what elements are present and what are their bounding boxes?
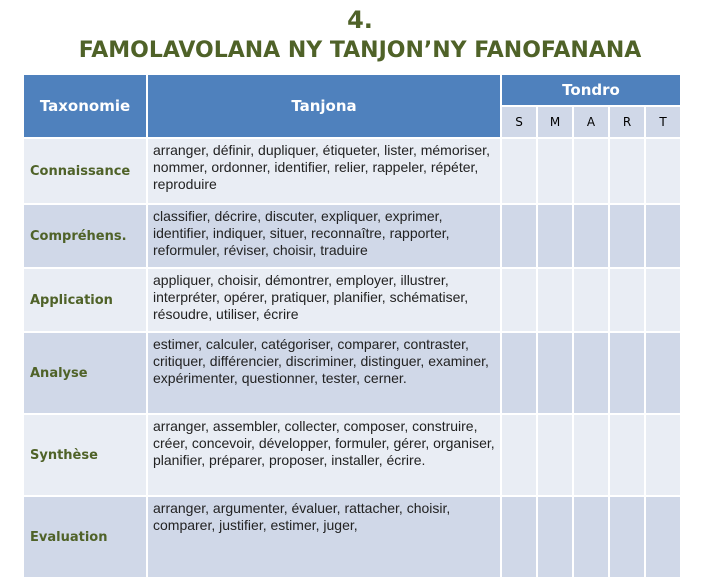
smart-cell-s[interactable] — [502, 415, 536, 495]
taxonomy-label: Synthèse — [24, 415, 146, 495]
taxonomy-label: Compréhens. — [24, 205, 146, 267]
smart-cell-r[interactable] — [610, 269, 644, 331]
smart-cell-r[interactable] — [610, 415, 644, 495]
objective-verbs: arranger, définir, dupliquer, étiqueter,… — [148, 139, 500, 203]
table-row: Application appliquer, choisir, démontre… — [24, 269, 680, 331]
smart-cell-s[interactable] — [502, 269, 536, 331]
smart-cell-m[interactable] — [538, 333, 572, 413]
taxonomy-label: Connaissance — [24, 139, 146, 203]
smart-cell-r[interactable] — [610, 139, 644, 203]
smart-cell-m[interactable] — [538, 205, 572, 267]
table-row: Connaissance arranger, définir, duplique… — [24, 139, 680, 203]
header-smart-r: R — [610, 107, 644, 137]
smart-cell-t[interactable] — [646, 497, 680, 577]
header-taxonomie: Taxonomie — [24, 75, 146, 137]
smart-cell-a[interactable] — [574, 139, 608, 203]
smart-cell-a[interactable] — [574, 415, 608, 495]
smart-cell-m[interactable] — [538, 269, 572, 331]
header-tanjona: Tanjona — [148, 75, 500, 137]
header-smart-a: A — [574, 107, 608, 137]
smart-cell-a[interactable] — [574, 269, 608, 331]
smart-cell-t[interactable] — [646, 139, 680, 203]
header-tondro: Tondro — [502, 75, 680, 105]
smart-cell-a[interactable] — [574, 333, 608, 413]
smart-cell-r[interactable] — [610, 333, 644, 413]
smart-cell-a[interactable] — [574, 497, 608, 577]
table-row: Compréhens. classifier, décrire, discute… — [24, 205, 680, 267]
header-smart-m: M — [538, 107, 572, 137]
smart-cell-s[interactable] — [502, 205, 536, 267]
objective-verbs: estimer, calculer, catégoriser, comparer… — [148, 333, 500, 413]
objective-verbs: arranger, assembler, collecter, composer… — [148, 415, 500, 495]
smart-cell-r[interactable] — [610, 205, 644, 267]
header-smart-t: T — [646, 107, 680, 137]
taxonomy-label: Evaluation — [24, 497, 146, 577]
table-row: Evaluation arranger, argumenter, évaluer… — [24, 497, 680, 577]
smart-cell-s[interactable] — [502, 333, 536, 413]
objective-verbs: arranger, argumenter, évaluer, rattacher… — [148, 497, 500, 577]
slide-number: 4. — [347, 6, 373, 34]
taxonomy-table: Taxonomie Tanjona Tondro S M A R T Conna… — [22, 73, 682, 579]
smart-cell-s[interactable] — [502, 139, 536, 203]
objective-verbs: appliquer, choisir, démontrer, employer,… — [148, 269, 500, 331]
smart-cell-t[interactable] — [646, 333, 680, 413]
smart-cell-a[interactable] — [574, 205, 608, 267]
smart-cell-m[interactable] — [538, 415, 572, 495]
smart-cell-r[interactable] — [610, 497, 644, 577]
smart-cell-m[interactable] — [538, 497, 572, 577]
smart-cell-t[interactable] — [646, 269, 680, 331]
smart-cell-m[interactable] — [538, 139, 572, 203]
table-row: Analyse estimer, calculer, catégoriser, … — [24, 333, 680, 413]
slide-title: FAMOLAVOLANA NY TANJON’NY FANOFANANA — [78, 38, 642, 63]
smart-cell-t[interactable] — [646, 205, 680, 267]
smart-cell-s[interactable] — [502, 497, 536, 577]
objective-verbs: classifier, décrire, discuter, expliquer… — [148, 205, 500, 267]
taxonomy-label: Application — [24, 269, 146, 331]
table-row: Synthèse arranger, assembler, collecter,… — [24, 415, 680, 495]
header-smart-s: S — [502, 107, 536, 137]
smart-cell-t[interactable] — [646, 415, 680, 495]
taxonomy-label: Analyse — [24, 333, 146, 413]
